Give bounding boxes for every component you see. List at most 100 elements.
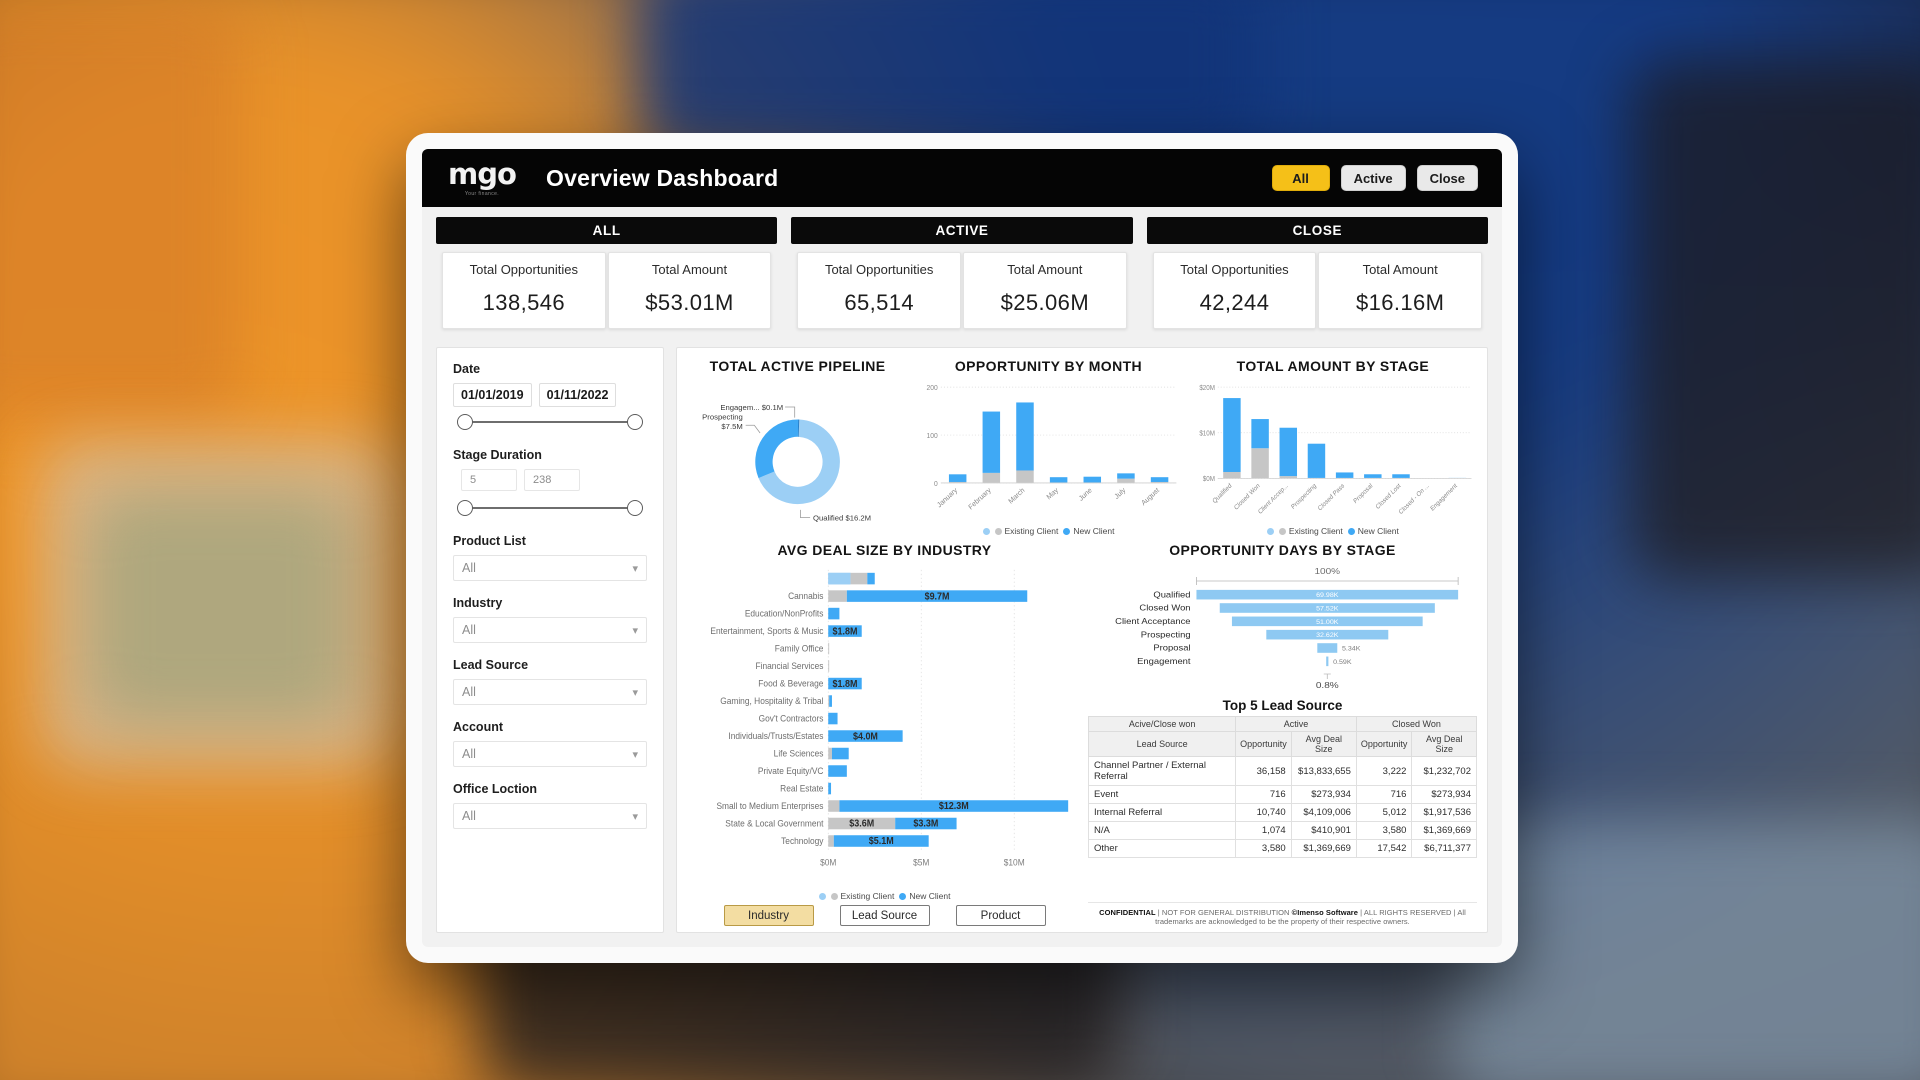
toggle-lead-source[interactable]: Lead Source bbox=[839, 905, 930, 926]
kpi-card-header: ALL bbox=[436, 217, 778, 244]
dropdown-industry[interactable]: All ▾ bbox=[453, 617, 647, 643]
slider-knob-left[interactable] bbox=[457, 414, 473, 430]
svg-text:69.98K: 69.98K bbox=[1316, 593, 1339, 599]
date-range-inputs: 01/01/2019 01/11/2022 bbox=[453, 383, 647, 407]
svg-text:May: May bbox=[1046, 487, 1060, 502]
slider-knob-left[interactable] bbox=[457, 500, 473, 516]
kpi-tile-total-amount: Total Amount $16.16M bbox=[1318, 252, 1482, 329]
svg-text:Qualified: Qualified bbox=[1153, 590, 1190, 599]
svg-text:$1.8M: $1.8M bbox=[833, 677, 858, 688]
filter-sidebar: Date 01/01/2019 01/11/2022 Stage Duratio… bbox=[436, 347, 664, 933]
col-header-closed-avg-deal-size[interactable]: Avg Deal Size bbox=[1411, 731, 1477, 757]
group-header-closed-won: Closed Won bbox=[1355, 716, 1478, 732]
table-cell: 5,012 bbox=[1355, 803, 1413, 822]
filter-button-all[interactable]: All bbox=[1271, 165, 1330, 191]
stage-duration-slider[interactable] bbox=[457, 497, 643, 519]
logo-wordmark: mgo bbox=[448, 156, 517, 191]
col-header-active-avg-deal-size[interactable]: Avg Deal Size bbox=[1290, 731, 1357, 757]
table-cell: $4,109,006 bbox=[1290, 803, 1357, 822]
dashboard-screen: mgo Your finance. Overview Dashboard All… bbox=[422, 149, 1502, 947]
svg-text:Financial Services: Financial Services bbox=[756, 661, 824, 671]
date-to-input[interactable]: 01/11/2022 bbox=[538, 383, 617, 407]
filter-label-date: Date bbox=[453, 362, 481, 376]
chart-legend: Existing Client New Client bbox=[687, 891, 1082, 901]
svg-text:August: August bbox=[1141, 487, 1161, 507]
slider-knob-right[interactable] bbox=[627, 414, 643, 430]
col-header-closed-opportunity[interactable]: Opportunity bbox=[1355, 731, 1413, 757]
svg-text:Prospecting: Prospecting bbox=[1290, 482, 1318, 511]
kpi-tile-label: Total Opportunities bbox=[469, 262, 579, 277]
industry-bar-chart-svg: $0M $5M $10M Cannabis $9.7M Education/NonProf… bbox=[710, 569, 1069, 868]
svg-text:5.34K: 5.34K bbox=[1342, 646, 1361, 652]
date-from-input[interactable]: 01/01/2019 bbox=[453, 383, 532, 407]
kpi-tile-label: Total Amount bbox=[651, 262, 728, 277]
stage-duration-min-input[interactable]: 5 bbox=[461, 469, 517, 491]
table-cell: $1,917,536 bbox=[1411, 803, 1477, 822]
table-cell: 3,580 bbox=[1355, 821, 1413, 840]
dropdown-account[interactable]: All ▾ bbox=[453, 741, 647, 767]
svg-text:$3.6M: $3.6M bbox=[849, 817, 874, 828]
group-header-active: Active bbox=[1235, 716, 1357, 732]
svg-text:0.59K: 0.59K bbox=[1333, 659, 1352, 665]
table-title: Top 5 Lead Source bbox=[1222, 698, 1343, 713]
filter-group-account: Account All ▾ bbox=[453, 720, 647, 767]
svg-text:Prospecting: Prospecting bbox=[702, 412, 743, 421]
col-header-lead-source[interactable]: Lead Source bbox=[1087, 731, 1237, 757]
legend-dot-extra bbox=[1266, 527, 1274, 535]
filter-button-close[interactable]: Close bbox=[1416, 165, 1478, 191]
table-cell: 3,222 bbox=[1355, 756, 1413, 786]
chart-opportunity-by-month: OPPORTUNITY BY MONTH 0 100 200 January Febru… bbox=[914, 358, 1183, 536]
kpi-card-body: Total Opportunities 138,546 Total Amount… bbox=[436, 244, 778, 339]
filter-label-account: Account bbox=[453, 720, 503, 734]
filter-button-active[interactable]: Active bbox=[1340, 165, 1406, 191]
stage-duration-max-input[interactable]: 238 bbox=[524, 469, 580, 491]
table-row[interactable]: Internal Referral 10,740 $4,109,006 5,012 $1… bbox=[1087, 803, 1477, 822]
table-row[interactable]: N/A 1,074 $410,901 3,580 $1,369,669 bbox=[1087, 821, 1477, 840]
kpi-card-header: CLOSE bbox=[1146, 217, 1488, 244]
kpi-card-body: Total Opportunities 65,514 Total Amount … bbox=[791, 244, 1133, 339]
kpi-tile-value: $16.16M bbox=[1355, 290, 1445, 315]
svg-text:Closed Pass: Closed Pass bbox=[1317, 482, 1346, 512]
charts-panel: TOTAL ACTIVE PIPELINE Engagem... $0.1M Pr… bbox=[676, 347, 1488, 933]
table-row[interactable]: Channel Partner / External Referral 36,15… bbox=[1087, 756, 1477, 786]
kpi-card-close: CLOSE Total Opportunities 42,244 Total A… bbox=[1146, 217, 1488, 339]
svg-text:200: 200 bbox=[927, 385, 938, 392]
date-range-slider[interactable] bbox=[457, 411, 643, 433]
table-row[interactable]: Event 716 $273,934 716 $273,934 bbox=[1087, 785, 1477, 804]
dropdown-lead-source[interactable]: All ▾ bbox=[453, 679, 647, 705]
kpi-tile-label: Total Amount bbox=[1007, 262, 1083, 277]
table-cell: $1,369,669 bbox=[1290, 839, 1357, 858]
backdrop-blob-person bbox=[1450, 820, 1920, 1080]
toggle-product[interactable]: Product bbox=[955, 905, 1046, 926]
logo-tagline: Your finance. bbox=[464, 190, 500, 197]
svg-text:Life Sciences: Life Sciences bbox=[774, 748, 824, 758]
kpi-tile-total-opportunities: Total Opportunities 65,514 bbox=[797, 252, 961, 329]
svg-text:0.8%: 0.8% bbox=[1316, 681, 1339, 690]
legend-new-client: New Client bbox=[1063, 526, 1114, 536]
filter-label-office-location: Office Loction bbox=[453, 782, 538, 796]
svg-text:Closed - On ...: Closed - On ... bbox=[1398, 482, 1431, 516]
svg-text:100%: 100% bbox=[1314, 567, 1340, 576]
chart-total-active-pipeline: TOTAL ACTIVE PIPELINE Engagem... $0.1M Pr… bbox=[687, 358, 908, 536]
svg-text:Private Equity/VC: Private Equity/VC bbox=[758, 766, 824, 776]
dropdown-office-location[interactable]: All ▾ bbox=[453, 803, 647, 829]
table-cell: Other bbox=[1087, 839, 1237, 858]
svg-text:March: March bbox=[1008, 487, 1027, 506]
col-header-active-opportunity[interactable]: Opportunity bbox=[1235, 731, 1292, 757]
slider-knob-right[interactable] bbox=[627, 500, 643, 516]
page-title: Overview Dashboard bbox=[546, 164, 779, 191]
backdrop-blob-dark-right bbox=[1630, 60, 1920, 580]
table-row[interactable]: Other 3,580 $1,369,669 17,542 $6,711,377 bbox=[1087, 839, 1477, 858]
toggle-industry[interactable]: Industry bbox=[723, 905, 814, 926]
svg-text:32.62K: 32.62K bbox=[1316, 633, 1339, 639]
chevron-down-icon: ▾ bbox=[632, 562, 638, 575]
svg-text:Prospecting: Prospecting bbox=[1141, 630, 1191, 639]
table-cell: 3,580 bbox=[1235, 839, 1292, 858]
svg-text:Real Estate: Real Estate bbox=[780, 783, 823, 793]
svg-text:Engagement: Engagement bbox=[1429, 482, 1458, 513]
dropdown-product-list[interactable]: All ▾ bbox=[453, 555, 647, 581]
table-cell: $6,711,377 bbox=[1411, 839, 1477, 858]
svg-text:$1.8M: $1.8M bbox=[833, 625, 858, 636]
backdrop-blob-monitor-screen bbox=[88, 492, 354, 722]
funnel-chart-svg: 100% Qualified 69.98K Closed Won 57.52K Clien… bbox=[1115, 567, 1459, 690]
